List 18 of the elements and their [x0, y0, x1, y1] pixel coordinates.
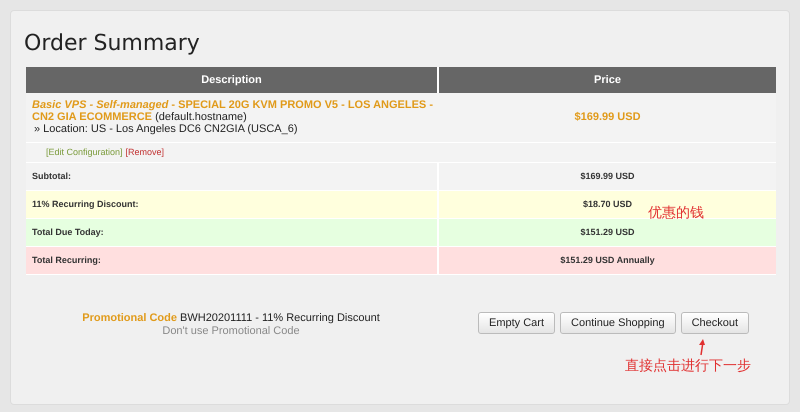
cart-button[interactable]: Checkout [680, 312, 750, 334]
annotation-text: 优惠的钱 [648, 203, 704, 222]
cart-button[interactable]: Continue Shopping [560, 312, 676, 334]
page-title: Order Summary [24, 30, 200, 58]
product-title: Basic VPS - Self-managed - SPECIAL 20G KVM PROMO V5 - LOS ANGELES - CN2 GIA ECOMMERCE (default.hostname) [32, 99, 433, 123]
table-cell-text: $151.29 USD [580, 226, 635, 239]
cart-button[interactable]: Empty Cart [478, 312, 556, 334]
column-header: Description [26, 67, 439, 93]
remove-link[interactable]: [Remove] [126, 146, 164, 160]
promo-code-text: Promotional Code BWH20201111 - 11% Recurring Discount [81, 312, 381, 325]
table-cell-text: $169.99 USD [573, 110, 642, 126]
table-cell-text: $151.29 USD Annually [560, 254, 655, 267]
table-cell: Total Recurring: [26, 247, 439, 274]
annotation-text: 直接点击进行下一步 [625, 356, 751, 375]
product-option: » Location: US - Los Angeles DC6 CN2GIA (USCA_6) [32, 123, 433, 135]
table-cell-text: $18.70 USD [582, 198, 632, 211]
column-header: Price [439, 67, 776, 93]
table-cell-text: $169.99 USD [580, 170, 635, 183]
